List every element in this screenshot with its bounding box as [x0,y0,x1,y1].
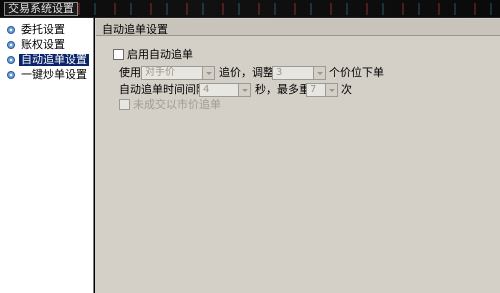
market-chase-label: 未成交以市价追单 [133,98,221,111]
enable-auto-chase-checkbox[interactable] [113,49,124,60]
tree-item-label: 一键炒单设置 [21,68,87,81]
panel-header: 自动追单设置 [96,19,500,36]
gear-icon [7,56,15,64]
price-type-select[interactable]: 对手价 [141,66,215,80]
tree-item-order-settings[interactable]: 委托设置 [6,24,67,36]
interval-select[interactable]: 4 [199,83,251,97]
enable-auto-chase-row: 启用自动追单 [113,48,193,62]
chevron-down-icon [325,84,337,96]
tree-item-account-settings[interactable]: 账权设置 [6,39,67,51]
title-decoration [60,3,500,15]
repeat-count-value: 7 [310,84,317,95]
adjust-ticks-value: 3 [276,67,283,78]
tree-item-label: 委托设置 [21,23,65,36]
use-label: 使用 [119,66,141,79]
adjust-ticks-select[interactable]: 3 [272,66,326,80]
gear-icon [7,71,15,79]
settings-panel: 自动追单设置 启用自动追单 使用 对手价 追价，调整 3 个价位下单 自动追单时… [95,18,500,293]
settings-tree: 委托设置 账权设置 自动追单设置 一键炒单设置 [0,18,94,293]
market-chase-checkbox[interactable] [119,99,130,110]
tree-item-label: 自动追单设置 [19,53,89,66]
interval-label: 自动追单时间间隔 [119,83,207,96]
repeat-count-select[interactable]: 7 [306,83,338,97]
title-bar: 交易系统设置 [0,0,500,18]
gear-icon [7,41,15,49]
adjust-suffix-label: 个价位下单 [329,66,384,79]
chase-label: 追价，调整 [219,66,274,79]
tree-item-one-click-settings[interactable]: 一键炒单设置 [6,69,89,81]
repeat-suffix-label: 次 [341,83,352,96]
tree-item-label: 账权设置 [21,38,65,51]
price-type-value: 对手价 [145,67,175,78]
chevron-down-icon [238,84,250,96]
tree-item-auto-chase-settings[interactable]: 自动追单设置 [6,54,89,66]
interval-value: 4 [203,84,210,95]
enable-auto-chase-label: 启用自动追单 [127,48,193,61]
market-chase-row: 未成交以市价追单 [119,98,221,112]
gear-icon [7,26,15,34]
chevron-down-icon [202,67,214,79]
panel-title: 自动追单设置 [102,23,168,36]
chevron-down-icon [313,67,325,79]
